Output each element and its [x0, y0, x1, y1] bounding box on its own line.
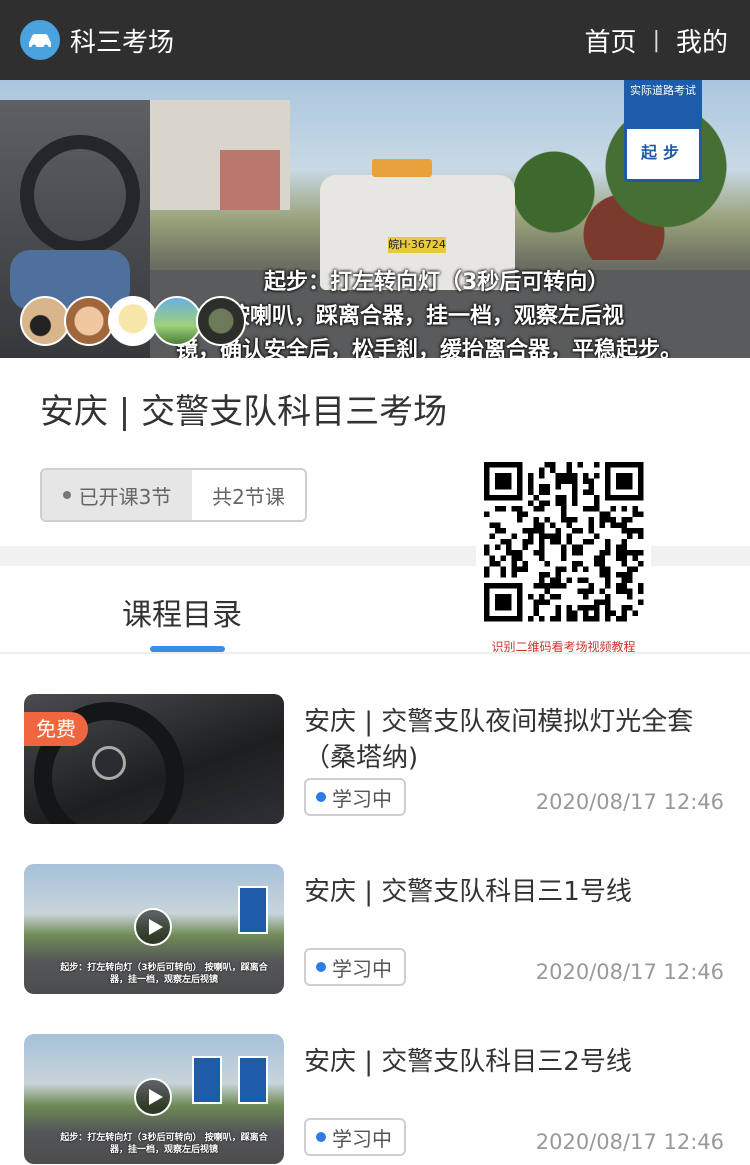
lesson-list-item[interactable]: 免费 安庆 | 交警支队夜间模拟灯光全套（桑塔纳) 学习中 2020/08/17… — [0, 694, 750, 844]
lesson-status-label: 学习中 — [332, 1126, 392, 1151]
road-sign-icon — [238, 886, 268, 934]
top-nav: 首页 | 我的 — [585, 22, 728, 59]
nav-mine-link[interactable]: 我的 — [676, 22, 728, 59]
avatar[interactable] — [20, 296, 70, 346]
app-logo-car-icon[interactable] — [20, 20, 60, 60]
total-lessons-label: 共2节课 — [212, 484, 285, 509]
nav-separator: | — [652, 28, 660, 53]
top-bar: 科三考场 首页 | 我的 — [0, 0, 750, 80]
avatar[interactable] — [196, 296, 246, 346]
lesson-list-item[interactable]: 起步：打左转向灯（3秒后可转向） 按喇叭，踩离合器，挂一档，观察左后视镜 安庆 … — [0, 864, 750, 1014]
tab-bottom-border — [0, 652, 750, 654]
lesson-date: 2020/08/17 12:46 — [535, 790, 724, 814]
lesson-status-badge: 学习中 — [304, 948, 406, 986]
qr-code-card[interactable]: 识别二维码看考场视频教程 — [476, 456, 651, 656]
lesson-list-item[interactable]: 起步：打左转向灯（3秒后可转向） 按喇叭，踩离合器，挂一档，观察左后视镜 安庆 … — [0, 1034, 750, 1165]
lesson-title[interactable]: 安庆 | 交警支队夜间模拟灯光全套（桑塔纳) — [304, 704, 724, 776]
lesson-date: 2020/08/17 12:46 — [535, 1130, 724, 1154]
banner-caption-line1: 起步：打左转向灯（3秒后可转向） — [264, 270, 610, 295]
tab-course-catalog[interactable]: 课程目录 — [122, 590, 242, 634]
car-plate: 皖H·36724 — [388, 237, 446, 253]
road-sign-icon — [238, 1056, 268, 1104]
qr-code-icon[interactable] — [484, 462, 644, 634]
lesson-thumbnail[interactable]: 起步：打左转向灯（3秒后可转向） 按喇叭，踩离合器，挂一档，观察左后视镜 — [24, 864, 284, 994]
lesson-thumbnail[interactable]: 起步：打左转向灯（3秒后可转向） 按喇叭，踩离合器，挂一档，观察左后视镜 — [24, 1034, 284, 1164]
opened-lessons-count: 已开课3节 — [42, 470, 192, 520]
avatar[interactable] — [64, 296, 114, 346]
play-icon[interactable] — [134, 908, 172, 946]
banner-caption-line3: 镜，确认安全后，松手刹，缓抬离合器，平稳起步。 — [176, 338, 683, 358]
course-title: 安庆 | 交警支队科目三考场 — [40, 392, 448, 432]
lesson-status-label: 学习中 — [332, 786, 392, 811]
lesson-status-label: 学习中 — [332, 956, 392, 981]
lesson-title[interactable]: 安庆 | 交警支队科目三1号线 — [304, 874, 724, 910]
course-cover-banner[interactable]: 皖H·36724 实际道路考试 起步 起步：打左转向灯（3秒后可转向） 按喇叭，… — [0, 80, 750, 358]
free-badge: 免费 — [24, 712, 88, 746]
avatar[interactable] — [108, 296, 158, 346]
road-sign-icon — [192, 1056, 222, 1104]
sign-top-text: 实际道路考试 — [627, 80, 699, 129]
play-icon[interactable] — [134, 1078, 172, 1116]
lesson-title[interactable]: 安庆 | 交警支队科目三2号线 — [304, 1044, 724, 1080]
avatar[interactable] — [152, 296, 202, 346]
status-dot-icon — [316, 1132, 326, 1142]
banner-caption-line2: 按喇叭，踩离合器，挂一档，观察左后视 — [228, 304, 625, 329]
lesson-status-badge: 学习中 — [304, 1118, 406, 1156]
lesson-status-badge: 学习中 — [304, 778, 406, 816]
thumbnail-caption: 起步：打左转向灯（3秒后可转向） 按喇叭，踩离合器，挂一档，观察左后视镜 — [60, 963, 268, 985]
opened-lessons-label: 已开课3节 — [78, 484, 172, 509]
road-test-sign: 实际道路考试 起步 — [624, 80, 702, 182]
lesson-date: 2020/08/17 12:46 — [535, 960, 724, 984]
dot-icon — [62, 491, 71, 499]
thumbnail-caption: 起步：打左转向灯（3秒后可转向） 按喇叭，踩离合器，挂一档，观察左后视镜 — [60, 1133, 268, 1155]
learner-avatars — [20, 296, 246, 346]
banner-buildings-red — [220, 150, 280, 210]
steering-wheel-icon — [20, 135, 140, 255]
app-title: 科三考场 — [70, 28, 175, 58]
car-logo-icon — [92, 746, 126, 780]
car-roof-sign — [372, 159, 432, 177]
status-dot-icon — [316, 962, 326, 972]
nav-home-link[interactable]: 首页 — [585, 22, 637, 59]
sign-bottom-text: 起步 — [640, 143, 685, 162]
status-dot-icon — [316, 792, 326, 802]
course-progress-tag: 已开课3节 共2节课 — [40, 468, 307, 522]
